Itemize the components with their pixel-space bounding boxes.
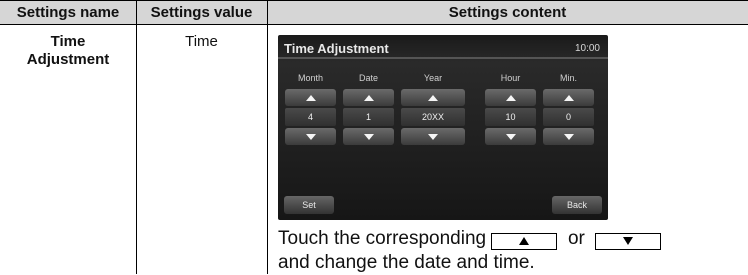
up-arrow-icon (428, 94, 438, 101)
settings-name-cell: Time Adjustment (0, 33, 136, 69)
date-up-button[interactable] (343, 89, 394, 106)
header-settings-value: Settings value (136, 0, 267, 25)
down-triangle-icon (623, 237, 634, 245)
down-arrow-icon (563, 133, 574, 140)
up-arrow-icon (505, 94, 516, 101)
title-divider (278, 57, 608, 59)
hour-value: 10 (485, 108, 536, 126)
back-button[interactable]: Back (552, 196, 602, 214)
time-adjustment-screen: Time Adjustment 10:00 Month 4 Date 1 Yea… (278, 35, 608, 220)
down-arrow-icon (428, 133, 438, 140)
minute-column: Min. 0 (541, 73, 596, 147)
hour-label: Hour (500, 73, 521, 83)
year-up-button[interactable] (401, 89, 465, 106)
screen-clock: 10:00 (574, 43, 600, 54)
column-divider (267, 0, 268, 274)
year-column: Year 20XX (399, 73, 467, 147)
settings-value-cell: Time (136, 33, 267, 51)
settings-name-line1: Time (50, 33, 86, 50)
year-down-button[interactable] (401, 128, 465, 145)
month-down-button[interactable] (285, 128, 336, 145)
up-arrow-icon (305, 94, 316, 101)
up-arrow-icon (563, 94, 574, 101)
month-up-button[interactable] (285, 89, 336, 106)
month-label: Month (297, 73, 323, 83)
down-arrow-icon (305, 133, 316, 140)
up-triangle-icon (519, 237, 530, 245)
date-value: 1 (343, 108, 394, 126)
settings-table: Settings name Settings value Settings co… (0, 0, 748, 274)
instruction-part2: and change the date and time. (278, 252, 535, 273)
down-key-symbol (595, 232, 662, 250)
header-settings-value-label: Settings value (150, 4, 253, 21)
minute-up-button[interactable] (543, 89, 594, 106)
minute-value: 0 (543, 108, 594, 126)
header-settings-name: Settings name (0, 0, 136, 25)
hour-column: Hour 10 (483, 73, 538, 147)
hour-up-button[interactable] (485, 89, 536, 106)
month-value: 4 (285, 108, 336, 126)
header-settings-content: Settings content (267, 0, 748, 25)
screen-title: Time Adjustment (284, 41, 389, 56)
settings-value-text: Time (185, 33, 218, 50)
month-column: Month 4 (283, 73, 338, 147)
date-down-button[interactable] (343, 128, 394, 145)
down-arrow-icon (363, 133, 374, 140)
up-key-symbol (491, 232, 558, 250)
header-settings-content-label: Settings content (448, 4, 567, 21)
settings-name-line2: Adjustment (26, 51, 110, 68)
minute-down-button[interactable] (543, 128, 594, 145)
instruction-text: Touch the corresponding or and change th… (278, 227, 748, 275)
hour-down-button[interactable] (485, 128, 536, 145)
date-label: Date (358, 73, 378, 83)
instruction-part1: Touch the corresponding (278, 228, 487, 249)
date-column: Date 1 (341, 73, 396, 147)
year-label: Year (423, 73, 443, 83)
down-arrow-icon (505, 133, 516, 140)
minute-label: Min. (559, 73, 577, 83)
header-settings-name-label: Settings name (16, 4, 120, 21)
up-arrow-icon (363, 94, 374, 101)
set-button[interactable]: Set (284, 196, 334, 214)
instruction-or: or (567, 228, 585, 249)
year-value: 20XX (401, 108, 465, 126)
